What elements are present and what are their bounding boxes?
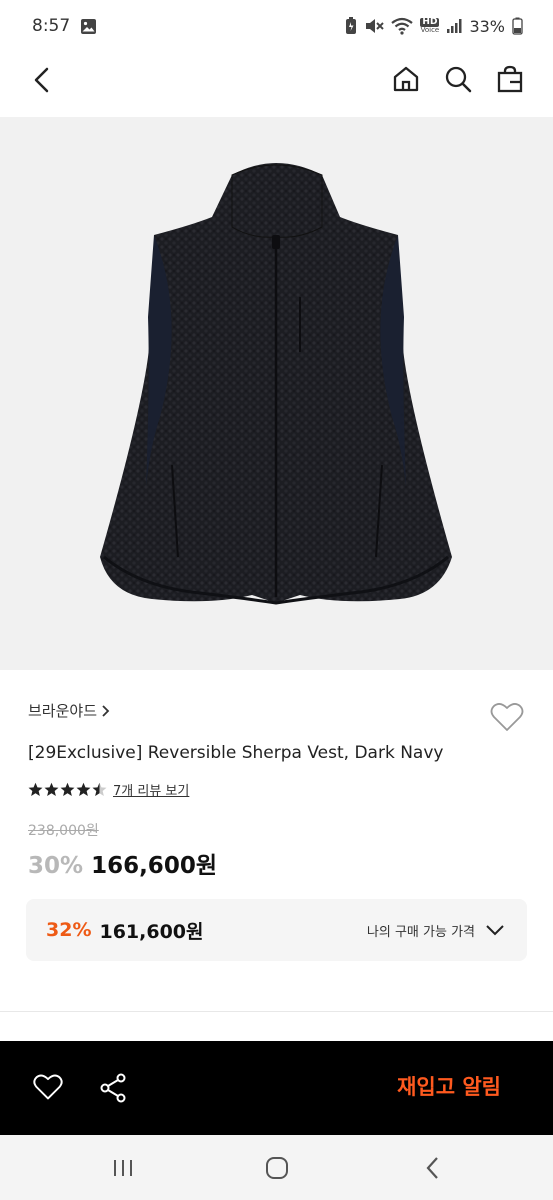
brand-name: 브라운야드 [28,702,98,720]
home-circle-icon [266,1157,288,1179]
back-system-button[interactable] [418,1153,448,1183]
mute-icon [364,17,385,35]
chevron-right-icon [102,704,110,717]
top-nav [0,52,553,116]
back-icon [34,67,49,93]
heart-icon [33,1074,63,1100]
like-button[interactable] [32,1072,64,1102]
my-discount-rate: 32% [46,919,92,941]
my-price: 161,600원 [99,920,204,943]
product-image[interactable] [0,117,553,670]
star-icon [76,782,91,796]
section-divider [0,1011,553,1012]
product-title: [29Exclusive] Reversible Sherpa Vest, Da… [28,743,444,763]
my-price-dropdown[interactable]: 32% 161,600원 나의 구매 가능 가격 [26,899,527,961]
back-chevron-icon [426,1157,438,1179]
original-price: 238,000원 [28,823,99,839]
battery-icon [512,17,523,35]
battery-saver-icon [345,17,357,35]
search-button[interactable] [443,64,473,94]
rating-row: 7개 리뷰 보기 [28,780,189,799]
search-icon [445,66,472,93]
vest-image [100,163,452,605]
star-rating [28,782,107,797]
my-price-label: 나의 구매 가능 가격 [366,924,475,940]
half-star-icon [92,782,107,796]
status-bar: 8:57 HD Voice 33% [0,0,553,52]
back-button[interactable] [26,64,58,96]
star-icon [60,782,75,796]
home-button[interactable] [391,64,421,94]
price-row: 30% 166,600원 [28,846,217,880]
home-system-button[interactable] [262,1153,292,1183]
wishlist-button[interactable] [489,700,525,734]
heart-outline-icon [490,703,524,731]
chevron-down-icon [485,924,505,936]
restock-alert-button[interactable]: 재입고 알림 [397,1071,501,1101]
signal-icon [446,18,462,34]
hd-voice-icon: HD Voice [420,17,440,34]
sale-price: 166,600원 [91,853,217,879]
share-icon [100,1073,126,1103]
shopping-bag-icon [497,65,523,93]
discount-rate: 30% [28,853,84,879]
image-icon [80,18,97,35]
system-nav-bar [0,1135,553,1200]
share-button[interactable] [98,1072,128,1104]
recent-apps-button[interactable] [108,1153,138,1183]
battery-percent: 33% [469,16,505,36]
star-icon [28,782,43,796]
bottom-action-bar: 재입고 알림 [0,1041,553,1135]
home-icon [393,66,419,92]
cart-button[interactable] [495,64,525,94]
star-icon [44,782,59,796]
status-time: 8:57 [32,16,71,36]
wifi-icon [391,17,414,35]
recent-apps-icon [114,1160,132,1176]
review-link[interactable]: 7개 리뷰 보기 [113,780,189,799]
brand-link[interactable]: 브라운야드 [28,700,111,721]
